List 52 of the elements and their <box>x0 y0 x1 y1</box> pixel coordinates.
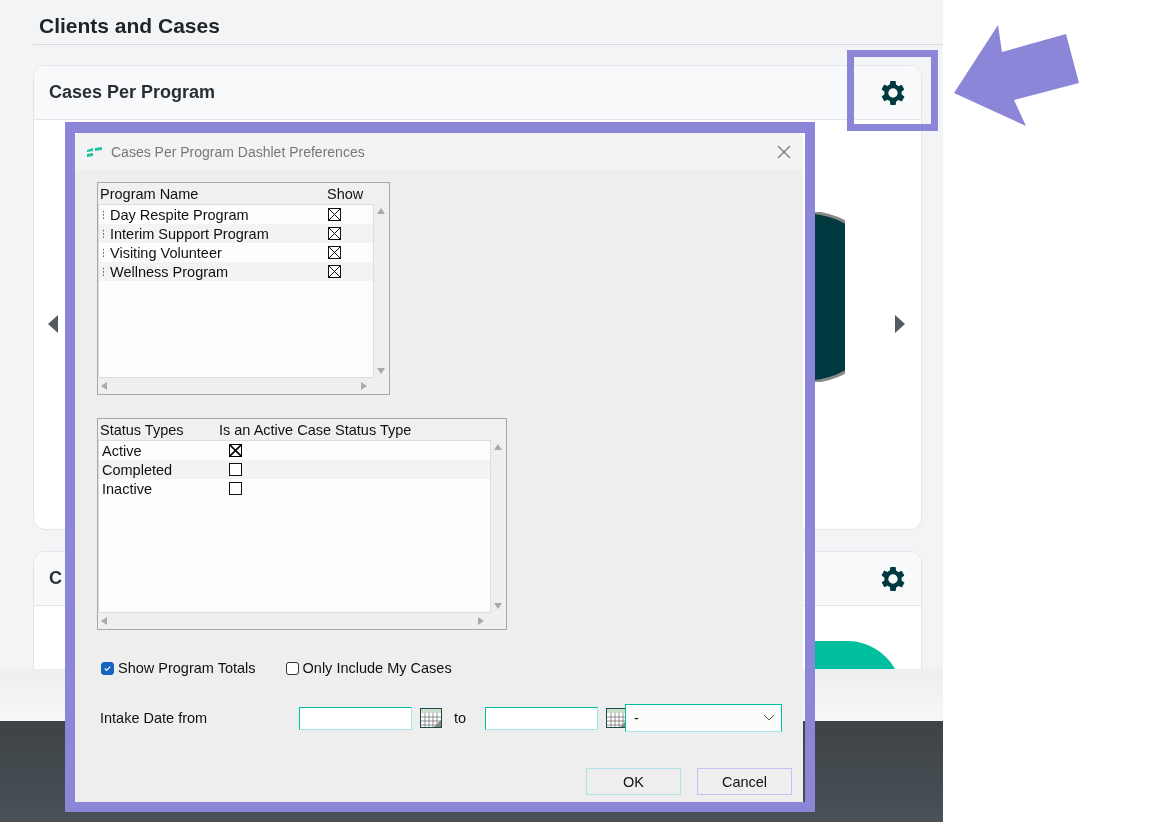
checkbox[interactable] <box>328 227 341 240</box>
checkbox[interactable] <box>229 482 242 495</box>
check-icon <box>103 663 112 673</box>
status-name: Inactive <box>102 480 153 497</box>
dialog-button[interactable]: Cancel <box>697 768 792 795</box>
card-title: C <box>49 568 62 589</box>
drag-handle-icon[interactable] <box>102 247 105 258</box>
checkbox[interactable] <box>328 208 341 221</box>
column-header: Show <box>327 185 364 202</box>
table-row[interactable]: Interim Support Program <box>99 224 373 243</box>
calendar-icon[interactable] <box>420 708 442 728</box>
close-icon[interactable] <box>777 144 791 159</box>
field-label: Intake Date from <box>100 710 209 726</box>
status-name: Completed <box>102 461 174 478</box>
checkbox[interactable] <box>285 661 299 675</box>
checkbox[interactable] <box>328 265 341 278</box>
table-row[interactable]: Active <box>99 441 490 460</box>
range-dropdown[interactable]: - <box>625 704 783 732</box>
program-name: Wellness Program <box>110 263 230 280</box>
checkbox[interactable] <box>101 661 114 675</box>
field-label: to <box>454 710 467 726</box>
table-row[interactable]: Completed <box>99 460 490 479</box>
drag-handle-icon[interactable] <box>102 228 105 239</box>
checkbox-option[interactable]: Show Program Totals <box>101 660 256 676</box>
column-header: Status Types <box>100 421 185 438</box>
drag-handle-icon[interactable] <box>102 266 105 277</box>
drag-handle-icon[interactable] <box>102 209 105 220</box>
table-row[interactable]: Inactive <box>99 479 490 498</box>
card-title: Cases Per Program <box>49 82 216 103</box>
program-name: Day Respite Program <box>110 206 250 223</box>
app-logo-icon <box>87 146 103 157</box>
dialog-button[interactable]: OK <box>586 768 681 795</box>
checkbox[interactable] <box>328 246 341 259</box>
pointer-arrow-icon <box>954 25 1080 127</box>
status-name: Active <box>102 442 143 459</box>
table-row[interactable]: Visiting Volunteer <box>99 243 373 262</box>
column-header: Is an Active Case Status Type <box>219 421 412 438</box>
date-field[interactable] <box>299 706 412 730</box>
checkbox[interactable] <box>229 444 242 457</box>
program-name: Interim Support Program <box>110 225 270 242</box>
date-field[interactable] <box>485 706 599 730</box>
next-arrow-icon[interactable] <box>895 315 905 333</box>
table-row[interactable]: Wellness Program <box>99 262 373 281</box>
table-row[interactable]: Day Respite Program <box>99 205 373 224</box>
previous-arrow-icon[interactable] <box>48 315 58 333</box>
dialog-title: Cases Per Program Dashlet Preferences <box>111 143 366 160</box>
chevron-down-icon <box>763 714 776 722</box>
page-title: Clients and Cases <box>33 0 943 45</box>
program-name: Visiting Volunteer <box>110 244 223 261</box>
checkbox-option[interactable]: Only Include My Cases <box>285 660 452 676</box>
checkbox[interactable] <box>229 463 242 476</box>
column-header: Program Name <box>100 185 200 202</box>
